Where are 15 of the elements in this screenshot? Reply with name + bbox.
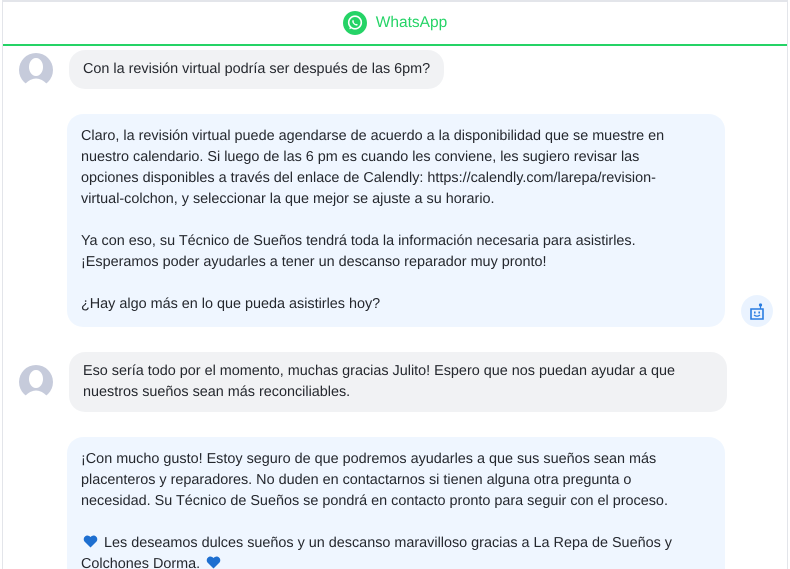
- whatsapp-logo-icon: [342, 11, 367, 35]
- app-title: WhatsApp: [376, 14, 448, 32]
- message-text: Claro, la revisión virtual puede agendarse de acuerdo a la disponibilidad que se muestre en nuestro calendario. Si luego de las 6 pm es cuando les conviene, les sugiero revisar las opciones disponibles a través del enlace de Calendly: https://calendly.com/larepa/revision-virtual-colchon, y seleccionar la que mejor se ajuste a su horario.: [81, 127, 666, 209]
- message-text: Les deseamos dulces sueños y un descanso maravilloso gracias a La Repa de Sueños y Colchones Dorma.: [81, 534, 673, 569]
- heart-icon: [83, 535, 98, 548]
- message-text: Con la revisión virtual podría ser después de las 6pm?: [83, 60, 430, 79]
- bot-button[interactable]: [741, 295, 773, 327]
- message-text: Ya con eso, su Técnico de Sueños tendrá toda la información necesaria para asistirles. ¡Esperamos poder ayudarles a tener un descanso reparador muy pronto!: [81, 232, 637, 272]
- robot-icon: [749, 302, 765, 320]
- message-text: Eso sería todo por el momento, muchas gracias Julito! Espero que nos puedan ayudar a que nuestros sueños sean más reconciliables.: [83, 362, 676, 402]
- avatar-icon: [19, 52, 53, 86]
- message-text: ¡Con mucho gusto! Estoy seguro de que podremos ayudarles a que sus sueños sean más placenteros y reparadores. No duden en contactarnos si tienen alguna otra pregunta o necesidad. Su Técnico de Sueños se pondrá en contacto pronto para seguir con el proceso.: [81, 450, 669, 511]
- message-text: ¿Hay algo más en lo que pueda asistirles hoy?: [81, 295, 382, 314]
- heart-icon: [206, 556, 222, 569]
- avatar-icon: [19, 365, 53, 399]
